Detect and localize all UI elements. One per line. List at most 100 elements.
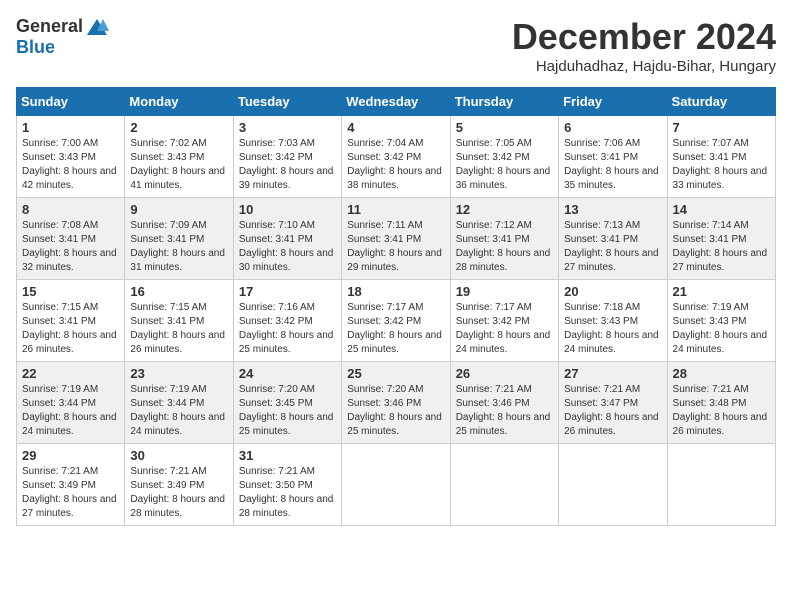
day-number: 30 bbox=[130, 448, 227, 463]
cell-content: Sunrise: 7:17 AM Sunset: 3:42 PM Dayligh… bbox=[456, 301, 553, 357]
sunset-label: Sunset: 3:42 PM bbox=[239, 316, 313, 327]
day-number: 4 bbox=[347, 120, 444, 135]
cell-content: Sunrise: 7:20 AM Sunset: 3:45 PM Dayligh… bbox=[239, 383, 336, 439]
daylight-label: Daylight: 8 hours and 39 minutes. bbox=[239, 166, 334, 191]
month-title: December 2024 bbox=[512, 16, 776, 58]
location-subtitle: Hajduhadhaz, Hajdu-Bihar, Hungary bbox=[512, 58, 776, 75]
daylight-label: Daylight: 8 hours and 32 minutes. bbox=[22, 248, 117, 273]
cell-content: Sunrise: 7:08 AM Sunset: 3:41 PM Dayligh… bbox=[22, 219, 119, 275]
sunset-label: Sunset: 3:41 PM bbox=[347, 234, 421, 245]
daylight-label: Daylight: 8 hours and 27 minutes. bbox=[564, 248, 659, 273]
daylight-label: Daylight: 8 hours and 30 minutes. bbox=[239, 248, 334, 273]
sunrise-label: Sunrise: 7:21 AM bbox=[673, 384, 749, 395]
calendar-table: SundayMondayTuesdayWednesdayThursdayFrid… bbox=[16, 87, 776, 526]
sunset-label: Sunset: 3:41 PM bbox=[673, 234, 747, 245]
daylight-label: Daylight: 8 hours and 28 minutes. bbox=[130, 494, 225, 519]
day-number: 14 bbox=[673, 202, 770, 217]
daylight-label: Daylight: 8 hours and 24 minutes. bbox=[564, 330, 659, 355]
calendar-cell bbox=[667, 444, 775, 526]
cell-content: Sunrise: 7:12 AM Sunset: 3:41 PM Dayligh… bbox=[456, 219, 553, 275]
calendar-cell: 9 Sunrise: 7:09 AM Sunset: 3:41 PM Dayli… bbox=[125, 198, 233, 280]
sunrise-label: Sunrise: 7:15 AM bbox=[130, 302, 206, 313]
daylight-label: Daylight: 8 hours and 25 minutes. bbox=[239, 330, 334, 355]
calendar-cell: 12 Sunrise: 7:12 AM Sunset: 3:41 PM Dayl… bbox=[450, 198, 558, 280]
sunset-label: Sunset: 3:43 PM bbox=[130, 152, 204, 163]
day-number: 8 bbox=[22, 202, 119, 217]
sunset-label: Sunset: 3:44 PM bbox=[22, 398, 96, 409]
sunrise-label: Sunrise: 7:04 AM bbox=[347, 138, 423, 149]
weekday-header: Wednesday bbox=[342, 88, 450, 116]
calendar-cell bbox=[342, 444, 450, 526]
cell-content: Sunrise: 7:21 AM Sunset: 3:48 PM Dayligh… bbox=[673, 383, 770, 439]
logo-blue: Blue bbox=[16, 37, 55, 58]
sunset-label: Sunset: 3:47 PM bbox=[564, 398, 638, 409]
calendar-cell: 1 Sunrise: 7:00 AM Sunset: 3:43 PM Dayli… bbox=[17, 116, 125, 198]
day-number: 22 bbox=[22, 366, 119, 381]
calendar-cell: 8 Sunrise: 7:08 AM Sunset: 3:41 PM Dayli… bbox=[17, 198, 125, 280]
day-number: 18 bbox=[347, 284, 444, 299]
sunrise-label: Sunrise: 7:21 AM bbox=[456, 384, 532, 395]
logo: General Blue bbox=[16, 16, 109, 58]
calendar-week-row: 8 Sunrise: 7:08 AM Sunset: 3:41 PM Dayli… bbox=[17, 198, 776, 280]
day-number: 13 bbox=[564, 202, 661, 217]
weekday-header-row: SundayMondayTuesdayWednesdayThursdayFrid… bbox=[17, 88, 776, 116]
weekday-header: Sunday bbox=[17, 88, 125, 116]
sunrise-label: Sunrise: 7:05 AM bbox=[456, 138, 532, 149]
day-number: 21 bbox=[673, 284, 770, 299]
daylight-label: Daylight: 8 hours and 26 minutes. bbox=[564, 412, 659, 437]
weekday-header: Monday bbox=[125, 88, 233, 116]
sunset-label: Sunset: 3:43 PM bbox=[22, 152, 96, 163]
sunrise-label: Sunrise: 7:19 AM bbox=[130, 384, 206, 395]
cell-content: Sunrise: 7:16 AM Sunset: 3:42 PM Dayligh… bbox=[239, 301, 336, 357]
sunrise-label: Sunrise: 7:03 AM bbox=[239, 138, 315, 149]
sunset-label: Sunset: 3:50 PM bbox=[239, 480, 313, 491]
daylight-label: Daylight: 8 hours and 28 minutes. bbox=[456, 248, 551, 273]
sunset-label: Sunset: 3:45 PM bbox=[239, 398, 313, 409]
day-number: 26 bbox=[456, 366, 553, 381]
daylight-label: Daylight: 8 hours and 25 minutes. bbox=[456, 412, 551, 437]
day-number: 23 bbox=[130, 366, 227, 381]
day-number: 6 bbox=[564, 120, 661, 135]
sunset-label: Sunset: 3:41 PM bbox=[456, 234, 530, 245]
calendar-week-row: 1 Sunrise: 7:00 AM Sunset: 3:43 PM Dayli… bbox=[17, 116, 776, 198]
sunrise-label: Sunrise: 7:18 AM bbox=[564, 302, 640, 313]
sunrise-label: Sunrise: 7:17 AM bbox=[347, 302, 423, 313]
sunset-label: Sunset: 3:41 PM bbox=[22, 316, 96, 327]
sunset-label: Sunset: 3:48 PM bbox=[673, 398, 747, 409]
sunrise-label: Sunrise: 7:06 AM bbox=[564, 138, 640, 149]
daylight-label: Daylight: 8 hours and 24 minutes. bbox=[456, 330, 551, 355]
day-number: 12 bbox=[456, 202, 553, 217]
sunrise-label: Sunrise: 7:17 AM bbox=[456, 302, 532, 313]
cell-content: Sunrise: 7:21 AM Sunset: 3:49 PM Dayligh… bbox=[130, 465, 227, 521]
calendar-cell: 29 Sunrise: 7:21 AM Sunset: 3:49 PM Dayl… bbox=[17, 444, 125, 526]
cell-content: Sunrise: 7:11 AM Sunset: 3:41 PM Dayligh… bbox=[347, 219, 444, 275]
sunrise-label: Sunrise: 7:08 AM bbox=[22, 220, 98, 231]
calendar-cell: 13 Sunrise: 7:13 AM Sunset: 3:41 PM Dayl… bbox=[559, 198, 667, 280]
sunset-label: Sunset: 3:41 PM bbox=[239, 234, 313, 245]
day-number: 28 bbox=[673, 366, 770, 381]
calendar-cell: 24 Sunrise: 7:20 AM Sunset: 3:45 PM Dayl… bbox=[233, 362, 341, 444]
sunset-label: Sunset: 3:42 PM bbox=[456, 152, 530, 163]
cell-content: Sunrise: 7:21 AM Sunset: 3:50 PM Dayligh… bbox=[239, 465, 336, 521]
day-number: 1 bbox=[22, 120, 119, 135]
sunset-label: Sunset: 3:46 PM bbox=[456, 398, 530, 409]
calendar-cell: 21 Sunrise: 7:19 AM Sunset: 3:43 PM Dayl… bbox=[667, 280, 775, 362]
calendar-cell: 31 Sunrise: 7:21 AM Sunset: 3:50 PM Dayl… bbox=[233, 444, 341, 526]
cell-content: Sunrise: 7:04 AM Sunset: 3:42 PM Dayligh… bbox=[347, 137, 444, 193]
cell-content: Sunrise: 7:18 AM Sunset: 3:43 PM Dayligh… bbox=[564, 301, 661, 357]
calendar-cell bbox=[559, 444, 667, 526]
cell-content: Sunrise: 7:14 AM Sunset: 3:41 PM Dayligh… bbox=[673, 219, 770, 275]
day-number: 3 bbox=[239, 120, 336, 135]
cell-content: Sunrise: 7:07 AM Sunset: 3:41 PM Dayligh… bbox=[673, 137, 770, 193]
sunrise-label: Sunrise: 7:15 AM bbox=[22, 302, 98, 313]
calendar-cell: 25 Sunrise: 7:20 AM Sunset: 3:46 PM Dayl… bbox=[342, 362, 450, 444]
calendar-cell: 10 Sunrise: 7:10 AM Sunset: 3:41 PM Dayl… bbox=[233, 198, 341, 280]
calendar-cell: 16 Sunrise: 7:15 AM Sunset: 3:41 PM Dayl… bbox=[125, 280, 233, 362]
day-number: 5 bbox=[456, 120, 553, 135]
cell-content: Sunrise: 7:02 AM Sunset: 3:43 PM Dayligh… bbox=[130, 137, 227, 193]
calendar-cell: 20 Sunrise: 7:18 AM Sunset: 3:43 PM Dayl… bbox=[559, 280, 667, 362]
calendar-cell: 27 Sunrise: 7:21 AM Sunset: 3:47 PM Dayl… bbox=[559, 362, 667, 444]
day-number: 25 bbox=[347, 366, 444, 381]
sunset-label: Sunset: 3:43 PM bbox=[564, 316, 638, 327]
cell-content: Sunrise: 7:15 AM Sunset: 3:41 PM Dayligh… bbox=[130, 301, 227, 357]
